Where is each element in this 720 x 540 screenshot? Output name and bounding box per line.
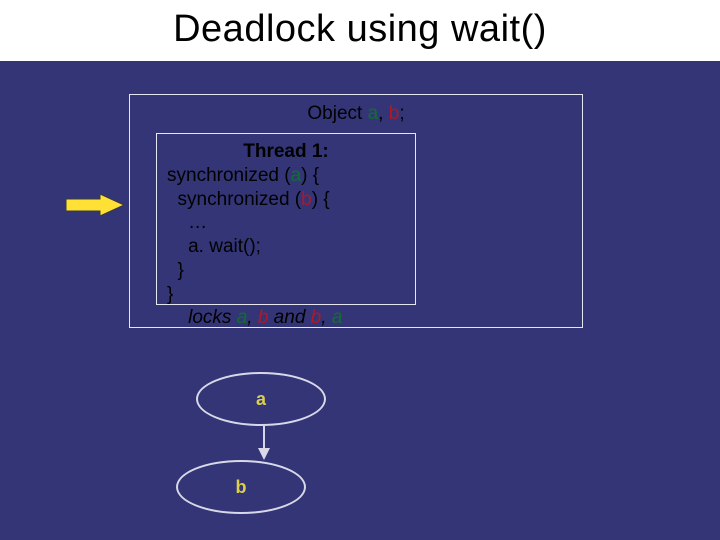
pointer-arrow-icon [66, 194, 124, 216]
locks-text: , [321, 307, 332, 328]
thread-1-panel: Thread 1: synchronized (a) { synchronize… [156, 133, 416, 305]
object-decl-semicolon: ; [399, 103, 404, 124]
object-a-label: a [368, 103, 379, 124]
locks-text: , [247, 307, 258, 328]
thread-1-title: Thread 1: [167, 140, 405, 164]
locks-text: and [268, 307, 310, 328]
code-text: ) { [301, 165, 319, 186]
locks-b1: b [258, 307, 269, 328]
code-line-3: … [167, 211, 405, 235]
shared-objects-panel: Object a, b; Thread 1: synchronized (a) … [129, 94, 583, 328]
locks-text: locks [167, 307, 237, 328]
object-declaration: Object a, b; [130, 103, 582, 125]
edge-a-to-b-icon [256, 426, 272, 460]
object-decl-comma: , [378, 103, 383, 124]
code-line-5: } [167, 259, 405, 283]
object-b-label: b [389, 103, 400, 124]
locks-a2: a [332, 307, 343, 328]
locks-a1: a [237, 307, 248, 328]
code-line-6: } [167, 283, 405, 307]
object-decl-prefix: Object [307, 103, 362, 124]
code-b: b [301, 189, 312, 210]
node-b: b [176, 460, 306, 514]
code-a: a [291, 165, 302, 186]
locks-summary: locks a, b and b, a [167, 306, 405, 330]
node-a: a [196, 372, 326, 426]
code-line-4: a. wait(); [167, 235, 405, 259]
code-text: synchronized ( [167, 189, 301, 210]
node-b-label: b [236, 477, 247, 498]
code-text: synchronized ( [167, 165, 291, 186]
slide-title: Deadlock using wait() [0, 0, 720, 61]
node-a-label: a [256, 389, 266, 410]
code-line-2: synchronized (b) { [167, 188, 405, 212]
code-line-1: synchronized (a) { [167, 164, 405, 188]
locks-b2: b [311, 307, 322, 328]
code-text: ) { [312, 189, 330, 210]
